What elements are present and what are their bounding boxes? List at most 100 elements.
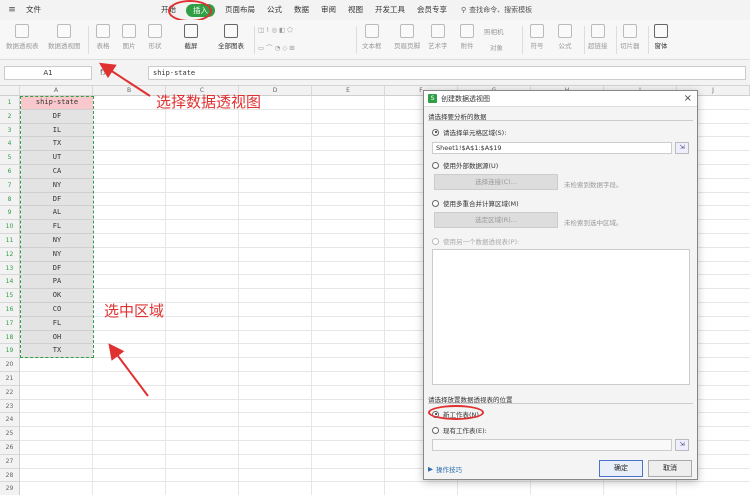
ribbon-table[interactable]: 表格 bbox=[96, 24, 110, 50]
tips-link[interactable]: ▶ 操作技巧 bbox=[428, 464, 462, 474]
row-header-27[interactable]: 27 bbox=[0, 454, 20, 469]
row-header-24[interactable]: 24 bbox=[0, 413, 20, 428]
select-connection-button[interactable]: 选择连接(C)... bbox=[434, 174, 558, 190]
menu-data[interactable]: 数据 bbox=[288, 0, 315, 20]
radio-multiple-indicator[interactable] bbox=[432, 199, 439, 207]
radio-another-indicator[interactable] bbox=[432, 237, 439, 245]
row-header-7[interactable]: 7 bbox=[0, 178, 20, 193]
wordart-icon bbox=[430, 24, 445, 38]
ribbon-screenshot[interactable]: 截屏 bbox=[184, 24, 198, 50]
radio-external-indicator[interactable] bbox=[432, 161, 439, 169]
range-input[interactable]: Sheet1!$A$1:$A$19 bbox=[432, 142, 672, 154]
ribbon-symbol[interactable]: 符号 bbox=[530, 24, 544, 50]
menu-file[interactable]: 文件 bbox=[20, 0, 47, 20]
menu-view[interactable]: 视图 bbox=[342, 0, 369, 20]
slicer-icon bbox=[622, 24, 637, 38]
select-area-button[interactable]: 选定区域(R)... bbox=[434, 212, 558, 228]
existing-sheet-input[interactable] bbox=[432, 439, 672, 451]
radio-cell-range[interactable]: 请选择单元格区域(S): bbox=[432, 127, 506, 137]
play-icon: ▶ bbox=[428, 465, 433, 473]
ribbon-wordart[interactable]: 艺术字 bbox=[428, 24, 448, 50]
existing-range-picker-icon[interactable]: ⇲ bbox=[675, 439, 689, 451]
ribbon-pivot-chart[interactable]: 数据透视图 bbox=[48, 24, 81, 50]
ribbon-equation[interactable]: 公式 bbox=[558, 24, 572, 50]
row-header-19[interactable]: 19 bbox=[0, 344, 20, 359]
ribbon-slicer[interactable]: 切片器 bbox=[620, 24, 640, 50]
select-all-corner[interactable] bbox=[0, 86, 20, 96]
row-header-2[interactable]: 2 bbox=[0, 109, 20, 124]
hamburger-menu-icon[interactable]: ≡ bbox=[4, 5, 20, 15]
row-header-26[interactable]: 26 bbox=[0, 441, 20, 455]
row-header-29[interactable]: 29 bbox=[0, 482, 20, 495]
ribbon-textbox[interactable]: 文本框 bbox=[362, 24, 382, 50]
ribbon-chart-types[interactable]: ◫⌇◎◧⬠ bbox=[258, 26, 295, 34]
command-search[interactable]: ⚲ 查找命令、搜索模板 bbox=[461, 5, 532, 15]
row-header-10[interactable]: 10 bbox=[0, 220, 20, 234]
row-header-11[interactable]: 11 bbox=[0, 234, 20, 248]
range-picker-icon[interactable]: ⇲ bbox=[675, 142, 689, 154]
row-header-22[interactable]: 22 bbox=[0, 385, 20, 400]
ribbon-chart-types-2[interactable]: ▭⌒◔◇⊞ bbox=[258, 42, 297, 52]
menu-review[interactable]: 审阅 bbox=[315, 0, 342, 20]
name-box[interactable]: A1 bbox=[4, 66, 92, 80]
pivot-table-list[interactable] bbox=[432, 249, 690, 385]
attachment-icon bbox=[460, 24, 474, 38]
ribbon-all-charts[interactable]: 全部图表 bbox=[218, 24, 244, 50]
ribbon-attachment[interactable]: 附件 bbox=[460, 24, 474, 50]
row-header-16[interactable]: 16 bbox=[0, 303, 20, 317]
ribbon-object[interactable]: 对象 bbox=[490, 42, 503, 52]
chart-type-icons: ◫⌇◎◧⬠ bbox=[258, 26, 295, 34]
section-divider bbox=[428, 403, 693, 404]
row-header-13[interactable]: 13 bbox=[0, 261, 20, 276]
radio-external-source[interactable]: 使用外部数据源(U) bbox=[432, 160, 498, 170]
menu-developer[interactable]: 开发工具 bbox=[369, 0, 411, 20]
row-header-15[interactable]: 15 bbox=[0, 289, 20, 303]
row-header-4[interactable]: 4 bbox=[0, 137, 20, 152]
column-gridline bbox=[384, 96, 385, 495]
radio-cell-range-indicator[interactable] bbox=[432, 128, 439, 136]
row-header-20[interactable]: 20 bbox=[0, 358, 20, 372]
row-header-14[interactable]: 14 bbox=[0, 275, 20, 290]
ribbon-camera[interactable]: 照相机 bbox=[484, 26, 504, 36]
row-header-28[interactable]: 28 bbox=[0, 468, 20, 483]
row-header-1[interactable]: 1 bbox=[0, 96, 20, 110]
ribbon-picture[interactable]: 图片 bbox=[122, 24, 136, 50]
menu-formulas[interactable]: 公式 bbox=[261, 0, 288, 20]
ribbon-form[interactable]: 窗体 bbox=[654, 24, 668, 50]
radio-multiple-ranges[interactable]: 使用多重合并计算区域(M) bbox=[432, 198, 519, 208]
ribbon-separator bbox=[522, 26, 523, 54]
ribbon-header-footer[interactable]: 页眉页脚 bbox=[394, 24, 420, 50]
row-header-9[interactable]: 9 bbox=[0, 206, 20, 221]
ribbon-separator bbox=[616, 26, 617, 54]
menu-member[interactable]: 会员专享 bbox=[411, 0, 453, 20]
column-header-A[interactable]: A bbox=[20, 86, 93, 96]
radio-existing-sheet[interactable]: 现有工作表(E): bbox=[432, 425, 487, 435]
row-header-6[interactable]: 6 bbox=[0, 165, 20, 179]
radio-another-pivot[interactable]: 使用另一个数据透视表(P): bbox=[432, 236, 519, 246]
row-header-18[interactable]: 18 bbox=[0, 330, 20, 345]
radio-existing-indicator[interactable] bbox=[432, 426, 439, 434]
row-header-23[interactable]: 23 bbox=[0, 399, 20, 414]
ribbon-shape[interactable]: 形状 bbox=[148, 24, 162, 50]
menu-page-layout[interactable]: 页面布局 bbox=[219, 0, 261, 20]
new-sheet-highlight bbox=[428, 405, 484, 420]
row-header-17[interactable]: 17 bbox=[0, 316, 20, 331]
ribbon-separator bbox=[584, 26, 585, 54]
annotation-select-range: 选中区域 bbox=[104, 302, 165, 320]
close-icon[interactable]: × bbox=[684, 93, 692, 104]
cancel-button[interactable]: 取消 bbox=[648, 460, 692, 477]
ok-button[interactable]: 确定 bbox=[599, 460, 643, 477]
row-header-5[interactable]: 5 bbox=[0, 151, 20, 165]
row-header-12[interactable]: 12 bbox=[0, 247, 20, 262]
hyperlink-icon bbox=[590, 24, 605, 38]
formula-input[interactable]: ship-state bbox=[148, 66, 746, 80]
row-header-8[interactable]: 8 bbox=[0, 192, 20, 207]
row-header-25[interactable]: 25 bbox=[0, 427, 20, 441]
ribbon-hyperlink[interactable]: 超链接 bbox=[588, 24, 608, 50]
row-header-3[interactable]: 3 bbox=[0, 123, 20, 138]
column-header-E[interactable]: E bbox=[312, 86, 385, 96]
menu-bar: ≡ 文件 开始 插入 页面布局 公式 数据 审阅 视图 开发工具 会员专享 ⚲ … bbox=[0, 0, 750, 20]
ribbon-pivot-table[interactable]: 数据透视表 bbox=[6, 24, 39, 50]
ribbon: 数据透视表 数据透视图 表格 图片 形状 截屏 全部图表 ◫⌇◎◧⬠ ▭⌒◔◇⊞… bbox=[0, 20, 750, 60]
row-header-21[interactable]: 21 bbox=[0, 372, 20, 386]
